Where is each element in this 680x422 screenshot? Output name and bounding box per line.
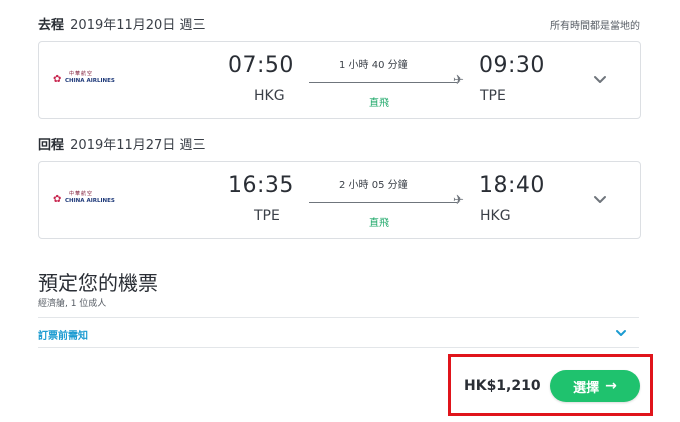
- depart-time: 07:50: [228, 53, 294, 78]
- divider: [38, 317, 639, 318]
- return-flight-card[interactable]: ✿ 中華航空 CHINA AIRLINES 16:35 TPE 2 小時 05 …: [38, 161, 641, 239]
- airline-name-cn: 中華航空: [69, 191, 94, 197]
- divider: [38, 347, 639, 348]
- outbound-date: 2019年11月20日 週三: [70, 18, 206, 33]
- route-line: [309, 202, 457, 203]
- return-header: 回程 2019年11月27日 週三: [38, 134, 205, 153]
- outbound-direction: 去程: [38, 18, 65, 33]
- flight-duration: 2 小時 05 分鐘: [339, 180, 408, 191]
- airline-name-en: CHINA AIRLINES: [65, 78, 115, 84]
- select-button-label: 選擇: [573, 380, 600, 396]
- booking-title: 預定您的機票: [38, 271, 158, 295]
- plum-blossom-icon: ✿: [53, 194, 62, 205]
- arrive-airport: TPE: [480, 88, 506, 104]
- chevron-down-icon[interactable]: [614, 326, 628, 340]
- booking-subtitle: 經濟艙, 1 位成人: [38, 299, 107, 309]
- stops-label: 直飛: [369, 98, 389, 109]
- route-line: [309, 82, 457, 83]
- plum-blossom-icon: ✿: [53, 74, 62, 85]
- depart-time: 16:35: [228, 173, 294, 198]
- plane-icon: ✈: [453, 193, 464, 208]
- arrive-time: 18:40: [479, 173, 545, 198]
- return-date: 2019年11月27日 週三: [70, 138, 206, 153]
- depart-airport: TPE: [254, 208, 280, 224]
- total-price: HK$1,210: [464, 378, 541, 394]
- stops-label: 直飛: [369, 218, 389, 229]
- depart-airport: HKG: [254, 88, 285, 104]
- arrive-airport: HKG: [480, 208, 511, 224]
- flight-duration: 1 小時 40 分鐘: [339, 60, 408, 71]
- return-direction: 回程: [38, 138, 65, 153]
- airline-logo: ✿ 中華航空 CHINA AIRLINES: [51, 70, 115, 88]
- timezone-note: 所有時間都是當地的: [550, 21, 640, 32]
- arrive-time: 09:30: [479, 53, 545, 78]
- select-button[interactable]: 選擇 →: [550, 370, 640, 402]
- plane-icon: ✈: [453, 73, 464, 88]
- outbound-flight-card[interactable]: ✿ 中華航空 CHINA AIRLINES 07:50 HKG 1 小時 40 …: [38, 41, 641, 119]
- airline-name-cn: 中華航空: [69, 71, 94, 77]
- arrow-right-icon: →: [605, 378, 617, 394]
- airline-name-en: CHINA AIRLINES: [65, 198, 115, 204]
- outbound-header: 去程 2019年11月20日 週三: [38, 14, 205, 33]
- chevron-down-icon[interactable]: [591, 190, 609, 208]
- chevron-down-icon[interactable]: [591, 70, 609, 88]
- booking-terms-link[interactable]: 訂票前需知: [38, 327, 88, 342]
- airline-logo: ✿ 中華航空 CHINA AIRLINES: [51, 190, 115, 208]
